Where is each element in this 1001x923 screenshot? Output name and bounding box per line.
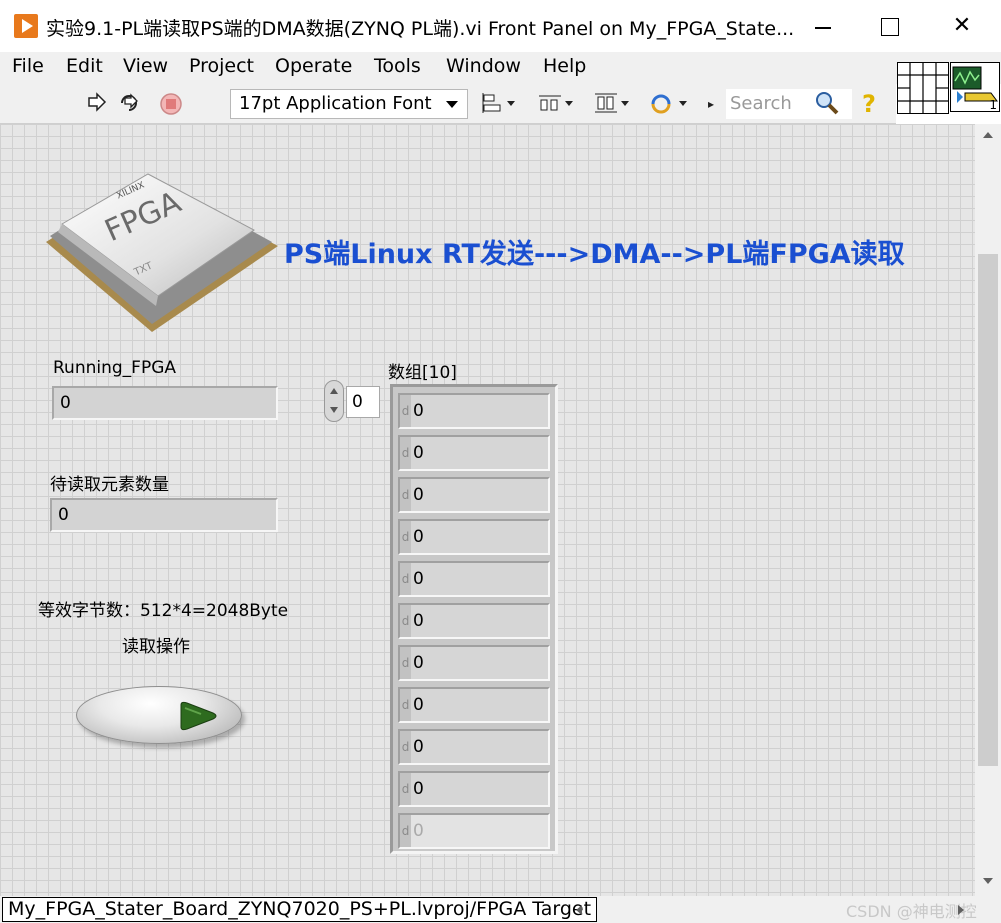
expand-toolbar-icon[interactable]: ▸ [704,92,718,116]
resize-objects-icon[interactable] [592,92,632,116]
menu-tools[interactable]: Tools [374,55,421,77]
menu-bar: File Edit View Project Operate Tools Win… [0,52,1001,84]
status-bar: My_FPGA_Stater_Board_ZYNQ7020_PS+PL.lvpr… [0,896,1001,923]
target-path[interactable]: My_FPGA_Stater_Board_ZYNQ7020_PS+PL.lvpr… [2,897,598,922]
font-select[interactable]: 17pt Application Font [230,89,468,119]
radix-indicator[interactable]: d [400,647,411,679]
radix-indicator: d [400,815,411,847]
play-led-icon [180,701,217,731]
abort-icon[interactable] [158,92,184,116]
array-element: d0 [398,435,550,471]
title-bar: 实验9.1-PL端读取PS端的DMA数据(ZYNQ PL端).vi Front … [0,0,1001,52]
pending-count-label: 待读取元素数量 [50,475,169,495]
vi-icon-badge: 1 [989,98,997,112]
front-panel: FPGA XILINX TXT PS端Linux RT发送--->DMA-->P… [0,124,975,896]
radix-indicator[interactable]: d [400,731,411,763]
distribute-objects-icon[interactable] [536,92,576,116]
radix-indicator[interactable]: d [400,479,411,511]
maximize-button[interactable] [862,8,914,44]
menu-edit[interactable]: Edit [66,55,103,77]
panel-headline: PS端Linux RT发送--->DMA-->PL端FPGA读取 [284,239,905,270]
reorder-icon[interactable] [648,92,692,116]
array-index-input[interactable]: 0 [346,386,380,418]
search-icon[interactable] [814,90,840,116]
radix-indicator[interactable]: d [400,437,411,469]
radix-indicator[interactable]: d [400,563,411,595]
align-objects-icon[interactable] [480,92,520,116]
chevron-down-icon [446,101,458,108]
array-element: d0 [398,561,550,597]
array-element: d0 [398,771,550,807]
vertical-scrollbar[interactable] [975,124,1001,896]
radix-indicator[interactable]: d [400,521,411,553]
array-element: d0 [398,729,550,765]
menu-view[interactable]: View [123,55,168,77]
radix-indicator[interactable]: d [400,395,411,427]
scroll-right-icon[interactable] [958,905,964,915]
labview-app-icon [14,14,38,38]
read-button[interactable] [76,686,242,744]
close-button[interactable]: ✕ [936,8,988,44]
read-button-label: 读取操作 [122,637,190,657]
font-select-value: 17pt Application Font [239,93,432,114]
array-element: d0 [398,645,550,681]
array-label: 数组[10] [388,363,457,383]
toolbar: 17pt Application Font ▸ Search ? [0,84,896,124]
array-indicator: d0 d0 d0 d0 d0 d0 d0 d0 d0 d0 d0 [390,384,558,854]
running-fpga-indicator: 0 [52,386,278,420]
scroll-up-icon[interactable] [983,132,993,138]
running-fpga-label: Running_FPGA [53,358,176,378]
menu-file[interactable]: File [12,55,44,77]
menu-project[interactable]: Project [189,55,254,77]
help-icon[interactable]: ? [862,90,876,118]
menu-operate[interactable]: Operate [275,55,352,77]
connector-pane[interactable] [897,62,949,114]
array-element: d0 [398,687,550,723]
scroll-thumb[interactable] [978,254,998,766]
minimize-button[interactable] [796,8,848,44]
scroll-left-icon[interactable] [576,905,582,915]
scroll-down-icon[interactable] [983,878,993,884]
array-element-empty: d0 [398,813,550,849]
radix-indicator[interactable]: d [400,689,411,721]
run-arrow-icon[interactable] [84,92,110,116]
array-index-stepper[interactable] [324,380,344,422]
array-element: d0 [398,519,550,555]
array-element: d0 [398,477,550,513]
pending-count-indicator: 0 [50,498,278,532]
vi-icon[interactable]: 1 [950,62,1000,112]
menu-window[interactable]: Window [446,55,521,77]
radix-indicator[interactable]: d [400,773,411,805]
run-continuously-icon[interactable] [117,92,143,116]
window-title: 实验9.1-PL端读取PS端的DMA数据(ZYNQ PL端).vi Front … [46,18,795,40]
array-element: d0 [398,603,550,639]
array-element: d0 [398,393,550,429]
menu-help[interactable]: Help [543,55,586,77]
bytes-note: 等效字节数：512*4=2048Byte [38,601,289,621]
radix-indicator[interactable]: d [400,605,411,637]
